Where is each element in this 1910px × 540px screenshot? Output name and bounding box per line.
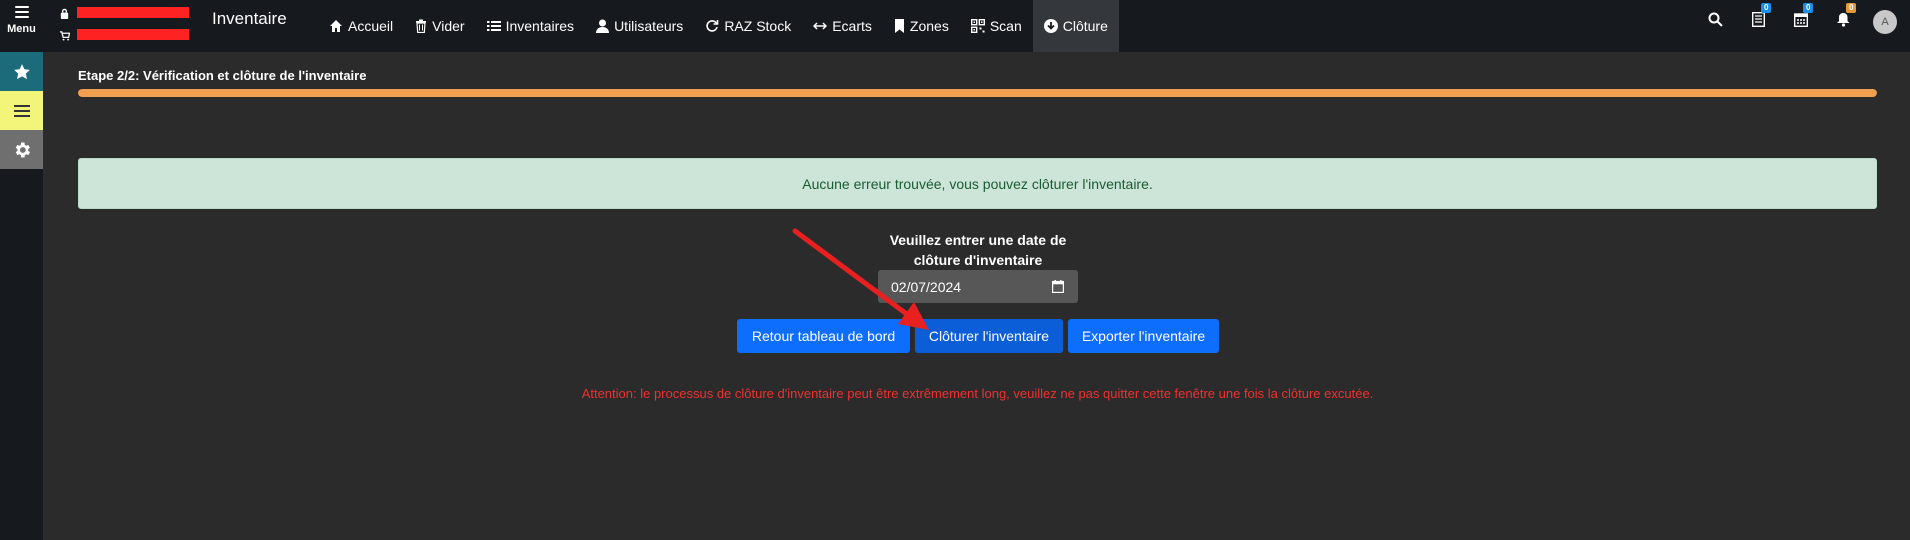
nav-scan[interactable]: Scan [960,0,1033,52]
nav-label: Vider [432,18,465,34]
hamburger-icon [14,6,29,18]
nav-label: Inventaires [505,18,575,34]
redacted-text [77,29,189,40]
lock-icon [60,8,69,19]
hamburger-icon [13,104,30,117]
nav-utilisateurs[interactable]: Utilisateurs [585,0,694,52]
progress-fill [78,89,1877,97]
success-alert: Aucune erreur trouvée, vous pouvez clôtu… [78,158,1877,209]
app-title: Inventaire [212,9,287,28]
arrows-horizontal-icon [813,22,828,30]
nav-zones[interactable]: Zones [883,0,960,52]
menu-label: Menu [7,23,36,35]
badge-count: 0 [1846,3,1857,13]
notifications-button[interactable]: 0 [1837,3,1857,32]
badge-count: 0 [1803,3,1814,13]
calendar-picker-icon[interactable] [1052,280,1064,293]
menu-button[interactable]: Menu [0,0,43,52]
gear-icon [15,142,30,157]
warning-text: Attention: le processus de clôture d'inv… [581,386,1374,401]
bell-icon [1837,12,1850,27]
date-label: Veuillez entrer une date de clôture d'in… [878,230,1078,270]
calendar-button[interactable]: 0 [1793,3,1814,32]
nav-label: Ecarts [832,18,872,34]
refresh-icon [706,20,719,32]
step-title: Etape 2/2: Vérification et clôture de l'… [78,68,367,83]
nav-label: Accueil [348,18,394,34]
nav-label: RAZ Stock [724,18,792,34]
account-row-user [59,2,194,24]
list-notifications-button[interactable]: 0 [1751,3,1772,32]
qrcode-icon [970,19,985,33]
nav-label: Utilisateurs [614,18,684,34]
account-row-store [59,24,194,46]
progress-bar [78,89,1877,97]
nav-accueil[interactable]: Accueil [318,0,404,52]
alert-text: Aucune erreur trouvée, vous pouvez clôtu… [802,175,1153,192]
nav-label: Zones [909,18,949,34]
main-nav: Accueil Vider Inventaires Utilisateurs R… [318,0,1119,52]
redacted-text [77,7,189,18]
nav-label: Scan [989,18,1022,34]
avatar[interactable]: A [1873,10,1897,34]
nav-cloture[interactable]: Clôture [1032,0,1119,52]
sidebar-favorites[interactable] [0,52,43,91]
search-icon [1708,12,1723,27]
nav-raz-stock[interactable]: RAZ Stock [694,0,802,52]
user-icon [596,19,610,33]
badge-count: 0 [1761,3,1772,13]
star-icon [13,63,30,79]
top-navbar: Menu Inventaire Accueil Vider Inventaire… [0,0,1910,52]
left-sidebar [0,52,43,540]
account-info [59,2,194,50]
search-button[interactable] [1708,12,1723,32]
list-icon [486,21,501,31]
bookmark-icon [894,19,904,33]
home-icon [330,20,342,32]
cart-icon [59,30,70,41]
nav-vider[interactable]: Vider [404,0,475,52]
date-label-line1: Veuillez entrer une date de [889,232,1067,248]
nav-label: Clôture [1062,18,1108,34]
trash-icon [416,19,427,33]
back-to-dashboard-button[interactable]: Retour tableau de bord [737,319,910,353]
date-label-line2: clôture d'inventaire [913,252,1043,268]
close-inventory-button[interactable]: Clôturer l'inventaire [915,319,1063,353]
nav-inventaires[interactable]: Inventaires [476,0,585,52]
sidebar-menu[interactable] [0,91,43,130]
date-value: 02/07/2024 [891,278,962,295]
nav-ecarts[interactable]: Ecarts [802,0,883,52]
sidebar-settings[interactable] [0,130,43,169]
calendar-icon [1793,13,1809,28]
export-inventory-button[interactable]: Exporter l'inventaire [1068,319,1219,353]
closing-date-input[interactable]: 02/07/2024 [878,270,1078,303]
circle-arrow-down-icon [1043,19,1058,33]
document-list-icon [1751,11,1766,28]
